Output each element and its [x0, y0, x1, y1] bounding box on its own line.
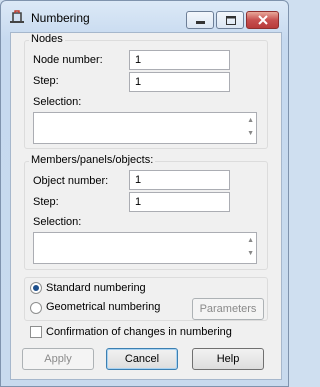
object-step-label: Step:	[33, 196, 59, 208]
node-step-label: Step:	[33, 75, 59, 87]
minimize-icon	[196, 21, 205, 24]
cancel-button[interactable]: Cancel	[106, 348, 178, 370]
standard-numbering-label[interactable]: Standard numbering	[46, 282, 146, 294]
radio-selected-dot	[33, 285, 39, 291]
scroll-up-arrow-icon[interactable]: ▲	[247, 237, 254, 244]
object-number-label: Object number:	[33, 175, 109, 187]
node-number-field[interactable]: 1	[129, 50, 230, 70]
object-selection-field[interactable]: ▲ ▼	[33, 232, 257, 264]
object-step-field[interactable]: 1	[129, 192, 230, 212]
geometrical-numbering-label[interactable]: Geometrical numbering	[46, 301, 160, 313]
standard-numbering-radio[interactable]	[30, 282, 42, 294]
scroll-down-arrow-icon[interactable]: ▼	[247, 130, 254, 137]
maximize-icon	[226, 16, 236, 25]
node-selection-field[interactable]: ▲ ▼	[33, 112, 257, 144]
geometrical-numbering-radio[interactable]	[30, 302, 42, 314]
numbering-dialog: Numbering Nodes Node number: 1 Step: 1 S…	[0, 0, 289, 387]
apply-button[interactable]: Apply	[22, 348, 94, 370]
scroll-down-arrow-icon[interactable]: ▼	[247, 250, 254, 257]
maximize-button[interactable]	[216, 11, 244, 29]
close-icon	[258, 15, 268, 25]
title-bar[interactable]: Numbering	[1, 1, 288, 31]
node-step-field[interactable]: 1	[129, 72, 230, 92]
node-selection-label: Selection:	[33, 96, 82, 108]
object-selection-label: Selection:	[33, 216, 82, 228]
node-number-label: Node number:	[33, 54, 103, 66]
parameters-button[interactable]: Parameters	[192, 298, 264, 320]
help-button[interactable]: Help	[192, 348, 264, 370]
close-button[interactable]	[246, 11, 279, 29]
dialog-body: Nodes Node number: 1 Step: 1 Selection: …	[10, 32, 282, 380]
confirmation-label[interactable]: Confirmation of changes in numbering	[46, 326, 232, 338]
window-title: Numbering	[31, 11, 90, 25]
object-number-field[interactable]: 1	[129, 170, 230, 190]
scroll-up-arrow-icon[interactable]: ▲	[247, 117, 254, 124]
numbering-app-icon	[10, 10, 24, 23]
nodes-legend: Nodes	[29, 33, 65, 45]
minimize-button[interactable]	[186, 11, 214, 29]
confirmation-checkbox[interactable]	[30, 326, 42, 338]
members-legend: Members/panels/objects:	[29, 154, 156, 166]
